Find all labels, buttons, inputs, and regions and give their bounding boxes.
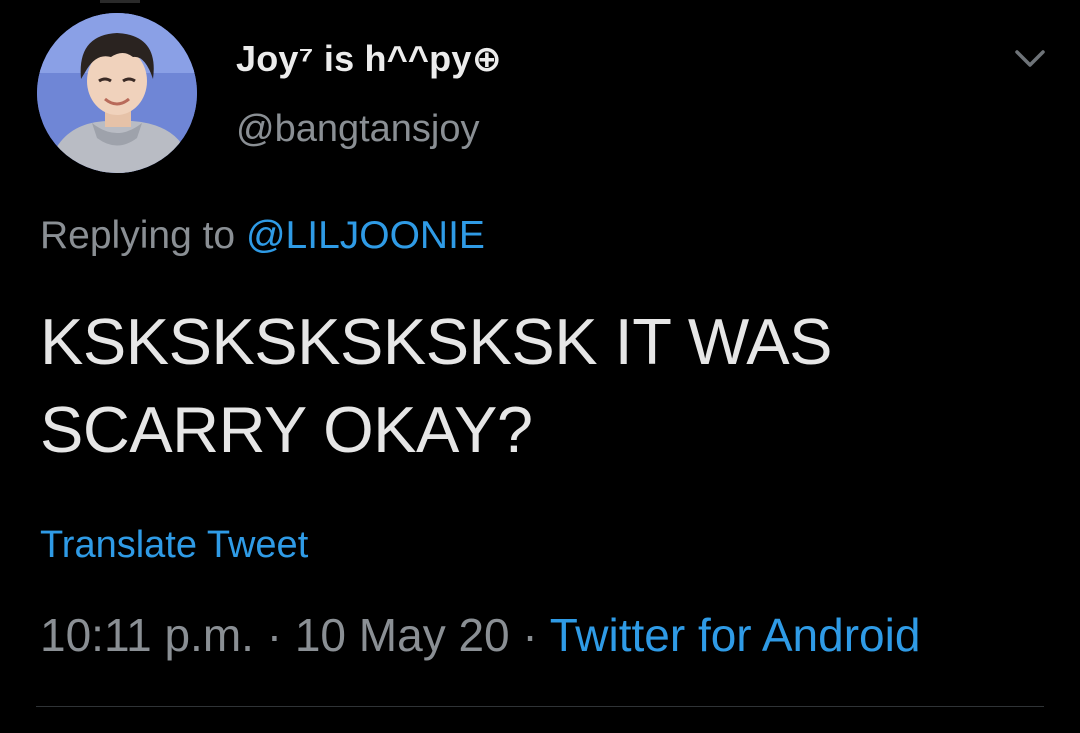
divider (36, 706, 1044, 707)
avatar[interactable] (37, 13, 197, 173)
avatar-photo (37, 13, 197, 173)
translate-tweet-link[interactable]: Translate Tweet (40, 524, 308, 567)
tweet-date[interactable]: 10 May 20 (295, 609, 510, 661)
tweet-body: KSKSKSKSKSKSK IT WAS SCARRY OKAY? (40, 298, 1040, 474)
meta-separator: · (509, 609, 550, 661)
replying-to-label: Replying to (40, 214, 246, 257)
meta-separator: · (253, 609, 295, 661)
author-display-name[interactable]: Joy⁷ is h^^py⊕ (236, 38, 502, 80)
previous-tweet-edge (100, 0, 140, 3)
author-handle[interactable]: @bangtansjoy (236, 108, 480, 151)
tweet-meta: 10:11 p.m. · 10 May 20 · Twitter for And… (40, 608, 920, 662)
tweet-text-line: KSKSKSKSKSKSK IT WAS (40, 305, 832, 378)
tweet-time[interactable]: 10:11 p.m. (40, 609, 254, 661)
reply-mention-link[interactable]: @LILJOONIE (246, 214, 485, 257)
chevron-down-icon[interactable] (1013, 44, 1047, 72)
replying-to: Replying to @LILJOONIE (40, 214, 485, 258)
tweet-text-line: SCARRY OKAY? (40, 393, 533, 466)
tweet-source-link[interactable]: Twitter for Android (550, 609, 921, 661)
